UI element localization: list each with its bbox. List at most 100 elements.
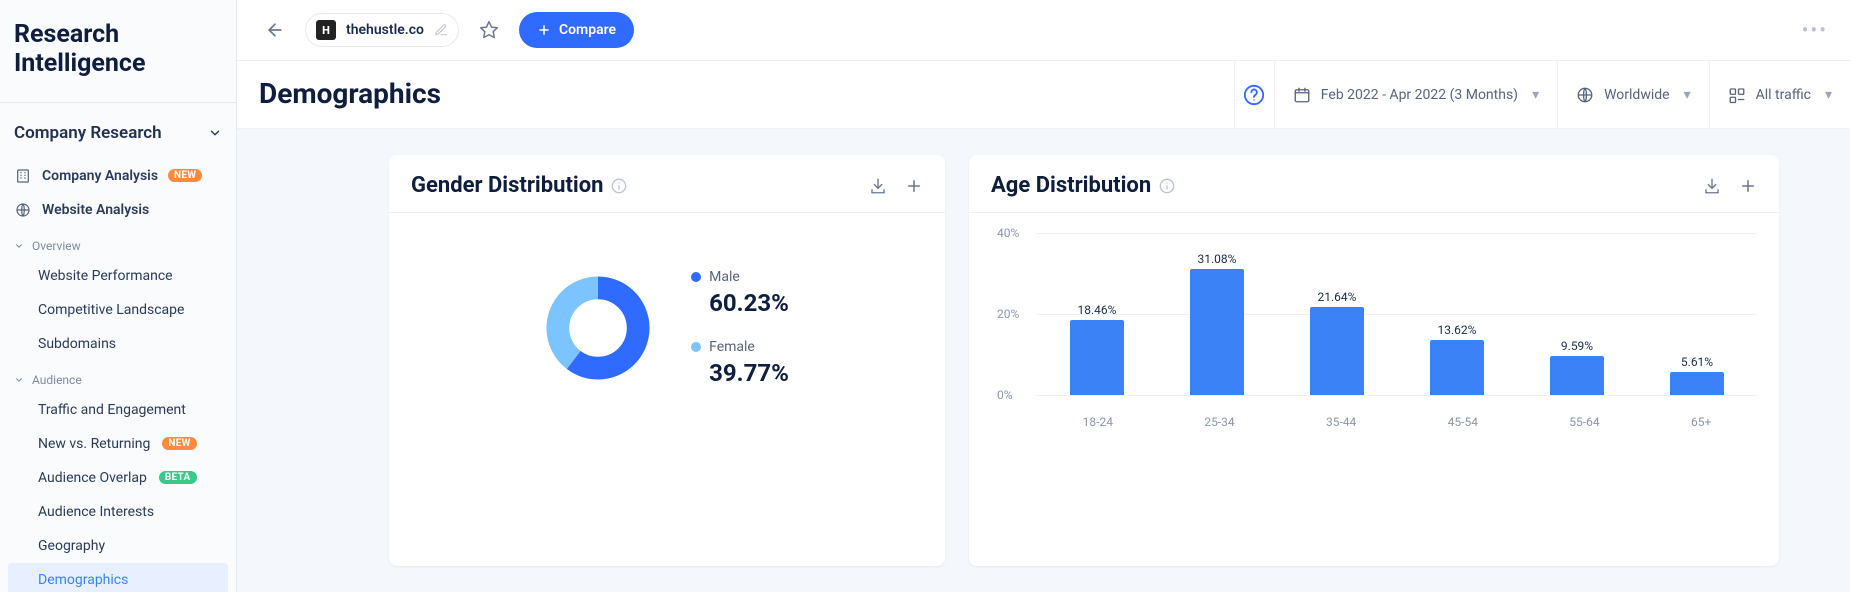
badge-beta: BETA <box>159 471 197 484</box>
legend-label: Male <box>709 269 740 285</box>
xtick-label: 25-34 <box>1204 415 1234 429</box>
sidebar-section-label: Company Research <box>14 123 162 143</box>
bar <box>1070 320 1124 395</box>
sidebar-group-audience[interactable]: Audience <box>0 361 236 393</box>
bar-wrap: 9.59% <box>1542 356 1612 395</box>
sidebar-section-company-research[interactable]: Company Research <box>0 107 236 159</box>
sidebar-item-audience-overlap[interactable]: Audience Overlap BETA <box>0 461 236 495</box>
xtick-label: 18-24 <box>1083 415 1113 429</box>
xtick-label: 45-54 <box>1448 415 1478 429</box>
badge-new: NEW <box>168 169 202 182</box>
brand-title: Research Intelligence <box>0 0 236 94</box>
sidebar-item-subdomains[interactable]: Subdomains <box>0 327 236 361</box>
sidebar: Research Intelligence Company Research C… <box>0 0 237 592</box>
filter-region[interactable]: Worldwide ▾ <box>1557 61 1709 128</box>
more-button[interactable]: ••• <box>1802 18 1828 42</box>
chevron-down-icon <box>14 241 24 251</box>
content: Gender Distribution <box>237 129 1850 592</box>
compare-button-label: Compare <box>559 22 616 38</box>
bar-wrap: 31.08% <box>1182 269 1252 395</box>
back-button[interactable] <box>259 14 291 46</box>
download-button[interactable] <box>869 177 887 195</box>
bar-value-label: 13.62% <box>1438 323 1477 337</box>
sidebar-group-label: Overview <box>32 239 81 253</box>
age-chart: 0%20%40% 18.46%31.08%21.64%13.62%9.59%5.… <box>969 213 1779 443</box>
add-button[interactable] <box>1739 177 1757 195</box>
nav-item-label: Geography <box>38 538 105 554</box>
filter-traffic[interactable]: All traffic ▾ <box>1709 61 1850 128</box>
filter-date-label: Feb 2022 - Apr 2022 (3 Months) <box>1321 87 1518 103</box>
bar-value-label: 21.64% <box>1318 291 1357 305</box>
bar <box>1550 356 1604 395</box>
xtick-label: 55-64 <box>1569 415 1599 429</box>
bar-wrap: 5.61% <box>1662 372 1732 395</box>
sidebar-item-traffic-engagement[interactable]: Traffic and Engagement <box>0 393 236 427</box>
info-icon[interactable] <box>1159 178 1175 194</box>
bar-wrap: 13.62% <box>1422 340 1492 395</box>
bar-wrap: 18.46% <box>1062 320 1132 395</box>
sidebar-item-geography[interactable]: Geography <box>0 529 236 563</box>
caret-down-icon: ▾ <box>1532 87 1539 103</box>
sidebar-item-audience-interests[interactable]: Audience Interests <box>0 495 236 529</box>
legend-value: 60.23% <box>691 289 789 317</box>
traffic-icon <box>1728 86 1746 104</box>
main: H thehustle.co Compare ••• Demographics <box>237 0 1850 592</box>
sidebar-link-company-analysis[interactable]: Company Analysis NEW <box>0 159 236 193</box>
chart-bars: 18.46% 31.08% 21.64% 13.62% 9.59% 5.61% <box>1037 233 1757 395</box>
edit-icon[interactable] <box>434 23 448 37</box>
download-button[interactable] <box>1703 177 1721 195</box>
chevron-down-icon <box>208 126 222 140</box>
bar-wrap: 21.64% <box>1302 307 1372 395</box>
filter-date-range[interactable]: Feb 2022 - Apr 2022 (3 Months) ▾ <box>1274 61 1557 128</box>
sidebar-item-competitive-landscape[interactable]: Competitive Landscape <box>0 293 236 327</box>
nav-item-label: Competitive Landscape <box>38 302 184 318</box>
sidebar-item-new-vs-returning[interactable]: New vs. Returning NEW <box>0 427 236 461</box>
nav-item-label: Subdomains <box>38 336 116 352</box>
filter-traffic-label: All traffic <box>1756 87 1811 103</box>
sidebar-link-label: Company Analysis <box>42 168 158 184</box>
caret-down-icon: ▾ <box>1825 87 1832 103</box>
nav-item-label: Demographics <box>38 572 128 588</box>
info-icon[interactable] <box>611 178 627 194</box>
nav-item-label: Website Performance <box>38 268 173 284</box>
sidebar-item-website-performance[interactable]: Website Performance <box>0 259 236 293</box>
swatch-female <box>691 342 701 352</box>
xtick-label: 65+ <box>1691 415 1711 429</box>
gridline <box>1037 395 1757 396</box>
sidebar-link-website-analysis[interactable]: Website Analysis <box>0 193 236 227</box>
gender-legend: Male 60.23% Female 39.77% <box>691 269 789 387</box>
bar <box>1310 307 1364 395</box>
sidebar-group-label: Audience <box>32 373 82 387</box>
bar-value-label: 5.61% <box>1681 355 1713 369</box>
legend-female: Female 39.77% <box>691 339 789 387</box>
favicon-icon: H <box>316 20 336 40</box>
domain-label: thehustle.co <box>346 22 424 38</box>
ytick-label: 20% <box>997 307 1019 321</box>
help-button[interactable] <box>1234 61 1274 128</box>
add-button[interactable] <box>905 177 923 195</box>
chart-xlabels: 18-24 25-34 35-44 45-54 55-64 65+ <box>1037 415 1757 429</box>
bar-value-label: 31.08% <box>1198 252 1237 266</box>
sidebar-link-label: Website Analysis <box>42 202 149 218</box>
building-icon <box>14 167 32 185</box>
divider <box>0 102 236 103</box>
compare-button[interactable]: Compare <box>519 12 634 48</box>
badge-new: NEW <box>162 437 196 450</box>
bar-value-label: 18.46% <box>1078 303 1117 317</box>
chevron-down-icon <box>14 375 24 385</box>
card-header: Gender Distribution <box>389 155 945 213</box>
favorite-button[interactable] <box>473 14 505 46</box>
sidebar-group-overview[interactable]: Overview <box>0 227 236 259</box>
domain-chip[interactable]: H thehustle.co <box>305 13 459 47</box>
globe-icon <box>14 201 32 219</box>
nav-item-label: New vs. Returning <box>38 436 150 452</box>
sidebar-item-demographics[interactable]: Demographics <box>8 563 228 592</box>
nav-item-label: Audience Interests <box>38 504 154 520</box>
legend-label: Female <box>709 339 755 355</box>
page-title: Demographics <box>237 61 1234 128</box>
swatch-male <box>691 272 701 282</box>
xtick-label: 35-44 <box>1326 415 1356 429</box>
nav-item-label: Audience Overlap <box>38 470 147 486</box>
ytick-label: 40% <box>997 226 1019 240</box>
card-title: Gender Distribution <box>411 173 603 198</box>
